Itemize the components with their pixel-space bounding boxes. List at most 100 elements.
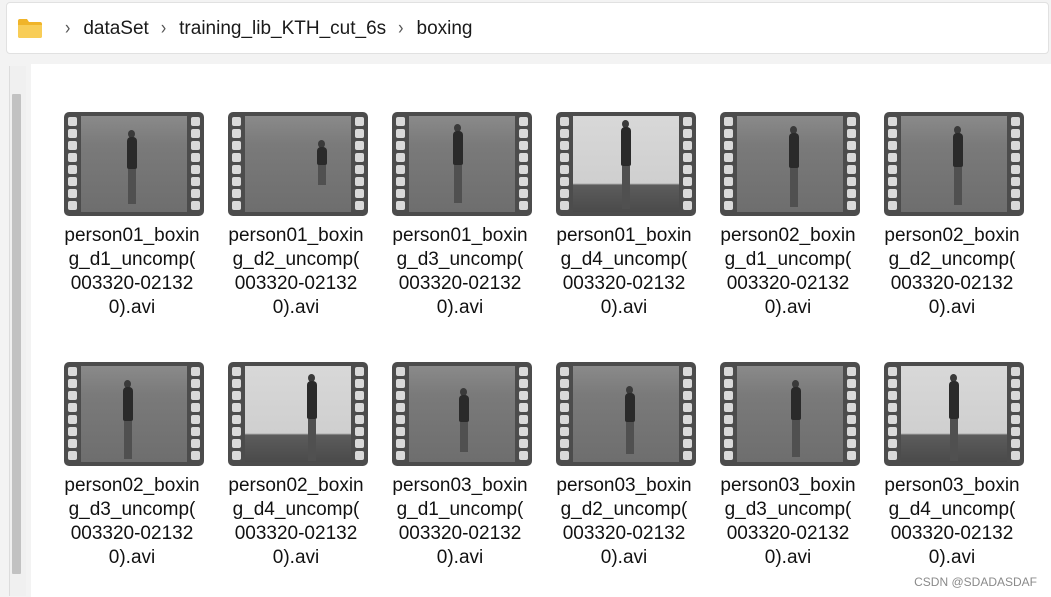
video-frame bbox=[81, 116, 187, 212]
file-item[interactable]: person01_boxin g_d3_uncomp(003320-02132 0)… bbox=[376, 112, 540, 322]
film-perforation bbox=[683, 117, 692, 126]
film-perforation bbox=[191, 451, 200, 460]
breadcrumb-item-training-lib[interactable]: training_lib_KTH_cut_6s bbox=[179, 18, 386, 40]
address-box[interactable]: › dataSet › training_lib_KTH_cut_6s › bo… bbox=[6, 2, 1049, 54]
film-perforation bbox=[191, 165, 200, 174]
film-perforation bbox=[683, 379, 692, 388]
person-figure-body bbox=[317, 147, 327, 165]
film-perforation bbox=[560, 177, 569, 186]
file-item[interactable]: person02_boxin g_d4_uncomp(003320-02132 0)… bbox=[212, 362, 376, 572]
file-name-line: person02_boxin bbox=[720, 225, 856, 246]
file-item[interactable]: person03_boxin g_d1_uncomp(003320-02132 0)… bbox=[376, 362, 540, 572]
video-thumbnail-icon bbox=[720, 362, 860, 466]
file-name: person02_boxin g_d1_uncomp(003320-02132 0)… bbox=[704, 224, 872, 320]
chevron-right-icon[interactable]: › bbox=[398, 18, 403, 40]
person-figure-body bbox=[453, 131, 463, 165]
film-perforation bbox=[68, 189, 77, 198]
file-name-line: person02_boxin bbox=[228, 475, 364, 496]
file-name-line: g_d2_uncomp( bbox=[232, 249, 360, 270]
chevron-right-icon[interactable]: › bbox=[161, 18, 166, 40]
film-perforation bbox=[519, 165, 528, 174]
film-perforation bbox=[68, 129, 77, 138]
file-name-line: 003320-02132 bbox=[70, 523, 194, 544]
folder-icon bbox=[18, 19, 42, 38]
film-perforation bbox=[232, 367, 241, 376]
film-perforation bbox=[191, 141, 200, 150]
file-item[interactable]: person01_boxin g_d2_uncomp(003320-02132 0)… bbox=[212, 112, 376, 322]
film-perforation bbox=[724, 201, 733, 210]
file-item[interactable]: person03_boxin g_d3_uncomp(003320-02132 0)… bbox=[704, 362, 868, 572]
file-name-line: 0).avi bbox=[928, 547, 976, 568]
file-item[interactable]: person02_boxin g_d1_uncomp(003320-02132 0)… bbox=[704, 112, 868, 322]
film-perforation bbox=[68, 451, 77, 460]
file-name-line: g_d3_uncomp( bbox=[396, 249, 524, 270]
video-thumbnail-icon bbox=[64, 112, 204, 216]
film-perforation bbox=[519, 391, 528, 400]
film-perforation bbox=[232, 451, 241, 460]
film-perforation bbox=[355, 451, 364, 460]
file-name-line: person03_boxin bbox=[556, 475, 692, 496]
film-perforation bbox=[683, 403, 692, 412]
film-perforation bbox=[68, 403, 77, 412]
film-perforation bbox=[191, 129, 200, 138]
file-name-line: person02_boxin bbox=[884, 225, 1020, 246]
file-name: person01_boxin g_d2_uncomp(003320-02132 0)… bbox=[212, 224, 380, 320]
film-perforation bbox=[888, 403, 897, 412]
file-name-line: 003320-02132 bbox=[726, 273, 850, 294]
file-item[interactable]: person02_boxin g_d2_uncomp(003320-02132 0)… bbox=[868, 112, 1032, 322]
chevron-right-icon[interactable]: › bbox=[65, 18, 70, 40]
file-item[interactable]: person01_boxin g_d4_uncomp(003320-02132 0)… bbox=[540, 112, 704, 322]
file-name-line: 003320-02132 bbox=[726, 523, 850, 544]
film-perforation bbox=[683, 451, 692, 460]
video-frame bbox=[409, 116, 515, 212]
file-name-line: 0).avi bbox=[600, 547, 648, 568]
film-perforation bbox=[1011, 439, 1020, 448]
film-perforation bbox=[683, 189, 692, 198]
film-perforation bbox=[724, 367, 733, 376]
file-name-line: 003320-02132 bbox=[398, 273, 522, 294]
film-perforation bbox=[724, 427, 733, 436]
film-perforation bbox=[888, 189, 897, 198]
film-perforation bbox=[888, 415, 897, 424]
film-perforation bbox=[724, 129, 733, 138]
file-name-line: 003320-02132 bbox=[70, 273, 194, 294]
film-perforation bbox=[888, 201, 897, 210]
file-item[interactable]: person03_boxin g_d4_uncomp(003320-02132 0)… bbox=[868, 362, 1032, 572]
film-perforation bbox=[560, 153, 569, 162]
file-name: person02_boxin g_d4_uncomp(003320-02132 0)… bbox=[212, 474, 380, 570]
file-name-line: person02_boxin bbox=[64, 475, 200, 496]
file-item[interactable]: person03_boxin g_d2_uncomp(003320-02132 0)… bbox=[540, 362, 704, 572]
film-perforation bbox=[191, 439, 200, 448]
film-perforation bbox=[355, 129, 364, 138]
film-perforation bbox=[232, 439, 241, 448]
file-item[interactable]: person02_boxin g_d3_uncomp(003320-02132 0)… bbox=[48, 362, 212, 572]
film-perforation bbox=[1011, 415, 1020, 424]
film-perforation bbox=[232, 189, 241, 198]
film-perforation bbox=[683, 415, 692, 424]
film-perforation bbox=[1011, 379, 1020, 388]
person-figure-body bbox=[123, 387, 133, 421]
film-perforation bbox=[888, 367, 897, 376]
video-thumbnail-icon bbox=[392, 112, 532, 216]
video-frame bbox=[409, 366, 515, 462]
breadcrumb-item-boxing[interactable]: boxing bbox=[417, 18, 473, 40]
file-name-line: 0).avi bbox=[272, 547, 320, 568]
file-name-line: 0).avi bbox=[108, 297, 156, 318]
film-perforation bbox=[68, 439, 77, 448]
film-perforation bbox=[355, 189, 364, 198]
film-perforation bbox=[355, 367, 364, 376]
film-perforation bbox=[560, 379, 569, 388]
film-perforation bbox=[519, 153, 528, 162]
film-perforation bbox=[519, 129, 528, 138]
film-perforation bbox=[232, 165, 241, 174]
navigation-scrollbar-thumb[interactable] bbox=[12, 94, 21, 574]
file-item[interactable]: person01_boxin g_d1_uncomp(003320-02132 0)… bbox=[48, 112, 212, 322]
film-perforation bbox=[560, 391, 569, 400]
video-thumbnail-icon bbox=[228, 362, 368, 466]
film-perforation bbox=[1011, 391, 1020, 400]
film-perforation bbox=[888, 129, 897, 138]
breadcrumb-item-dataset[interactable]: dataSet bbox=[83, 18, 149, 40]
file-name-line: g_d3_uncomp( bbox=[724, 499, 852, 520]
film-perforation bbox=[355, 439, 364, 448]
file-name-line: 0).avi bbox=[108, 547, 156, 568]
